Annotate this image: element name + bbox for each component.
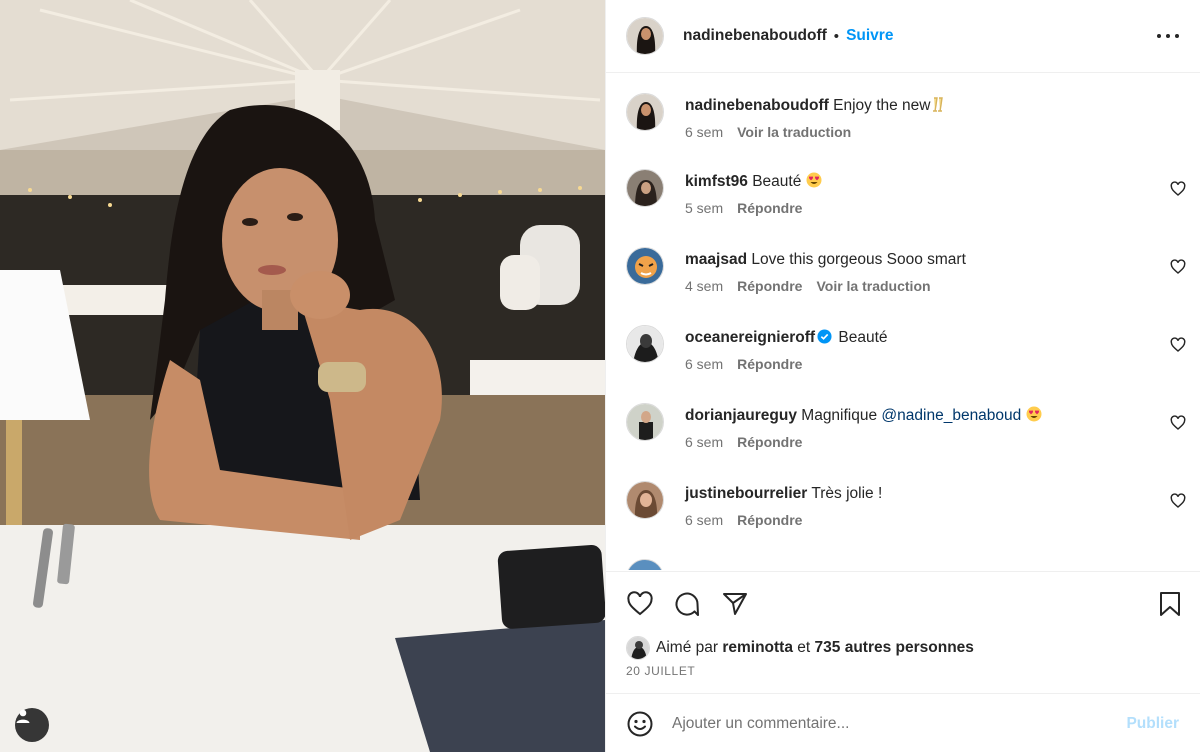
heart-eyes-icon (806, 172, 822, 188)
post-actions: Aimé par reminotta et 735 autres personn… (606, 571, 1200, 693)
commenter-avatar[interactable] (626, 169, 664, 207)
likes-summary: Aimé par reminotta et 735 autres personn… (626, 636, 974, 660)
comment-username[interactable]: maajsad (685, 251, 747, 268)
heart-icon[interactable] (1170, 415, 1186, 431)
champagne-toast-icon (933, 97, 944, 112)
user-mention-link[interactable]: @nadine_benaboud (881, 407, 1021, 424)
comment-username[interactable]: dorianjaureguy (685, 407, 797, 424)
liker-avatar[interactable] (626, 636, 650, 660)
commenter-avatar[interactable] (626, 559, 664, 570)
post-header: nadinebenaboudoff • Suivre (606, 0, 1200, 73)
heart-icon[interactable] (626, 590, 654, 618)
more-options-icon[interactable] (1157, 26, 1179, 46)
author-username[interactable]: nadinebenaboudoff (683, 27, 827, 45)
post-side-panel: nadinebenaboudoff • Suivre nadinebenabou… (605, 0, 1200, 752)
comment-username[interactable]: oceanereignieroff (685, 329, 815, 346)
comment-username[interactable]: justinebourrelier (685, 485, 807, 502)
comment-text: Magnifique (801, 407, 878, 424)
comment-text: Très jolie ! (811, 485, 883, 502)
see-translation-link[interactable]: Voir la traduction (816, 278, 930, 294)
caption-time[interactable]: 6 sem (685, 124, 723, 140)
heart-icon[interactable] (1170, 493, 1186, 509)
likes-prefix: Aimé par (656, 639, 719, 656)
caption-author[interactable]: nadinebenaboudoff (685, 97, 829, 114)
author-avatar[interactable] (626, 93, 664, 131)
post-date[interactable]: 20 JUILLET (626, 664, 695, 678)
comment-composer: Publier (606, 693, 1200, 752)
post-photo[interactable] (0, 0, 605, 752)
post-photo-illustration (0, 0, 605, 752)
reply-button[interactable]: Répondre (737, 278, 802, 294)
comment-time[interactable]: 6 sem (685, 356, 723, 372)
comment-text: Beauté (838, 329, 888, 346)
commenter-avatar[interactable] (626, 481, 664, 519)
see-translation-link[interactable]: Voir la traduction (737, 124, 851, 140)
reply-button[interactable]: Répondre (737, 356, 802, 372)
comment-icon[interactable] (673, 590, 701, 618)
heart-eyes-icon (1026, 406, 1042, 422)
verified-badge-icon (817, 329, 832, 344)
reply-button[interactable]: Répondre (737, 200, 802, 216)
paper-plane-icon[interactable] (721, 590, 749, 618)
comment-time[interactable]: 6 sem (685, 512, 723, 528)
reply-button[interactable]: Répondre (737, 512, 802, 528)
header-separator: • (833, 27, 840, 45)
publish-button[interactable]: Publier (1126, 715, 1179, 733)
likes-count-link[interactable]: 735 autres personnes (815, 639, 974, 657)
heart-icon[interactable] (1170, 337, 1186, 353)
bookmark-icon[interactable] (1156, 590, 1184, 618)
commenter-avatar[interactable] (626, 403, 664, 441)
comment-time[interactable]: 5 sem (685, 200, 723, 216)
heart-icon[interactable] (1170, 181, 1186, 197)
comment-text: Beauté (752, 173, 802, 190)
comment-username[interactable]: kimfst96 (685, 173, 748, 190)
comments-list[interactable]: nadinebenaboudoff Enjoy the new 6 sem Vo… (606, 73, 1200, 570)
heart-icon[interactable] (1170, 259, 1186, 275)
comment-time[interactable]: 6 sem (685, 434, 723, 450)
reply-button[interactable]: Répondre (737, 434, 802, 450)
follow-button[interactable]: Suivre (846, 27, 893, 45)
commenter-avatar[interactable] (626, 247, 664, 285)
liker-username[interactable]: reminotta (722, 639, 793, 657)
smiley-icon[interactable] (626, 710, 654, 738)
user-tag-icon[interactable] (15, 708, 49, 742)
author-avatar[interactable] (626, 17, 664, 55)
likes-conjunction: et (797, 639, 811, 656)
comment-time[interactable]: 4 sem (685, 278, 723, 294)
caption-text: Enjoy the new (833, 97, 931, 114)
comment-text: Love this gorgeous Sooo smart (751, 251, 966, 268)
commenter-avatar[interactable] (626, 325, 664, 363)
comment-input[interactable] (672, 710, 1092, 738)
